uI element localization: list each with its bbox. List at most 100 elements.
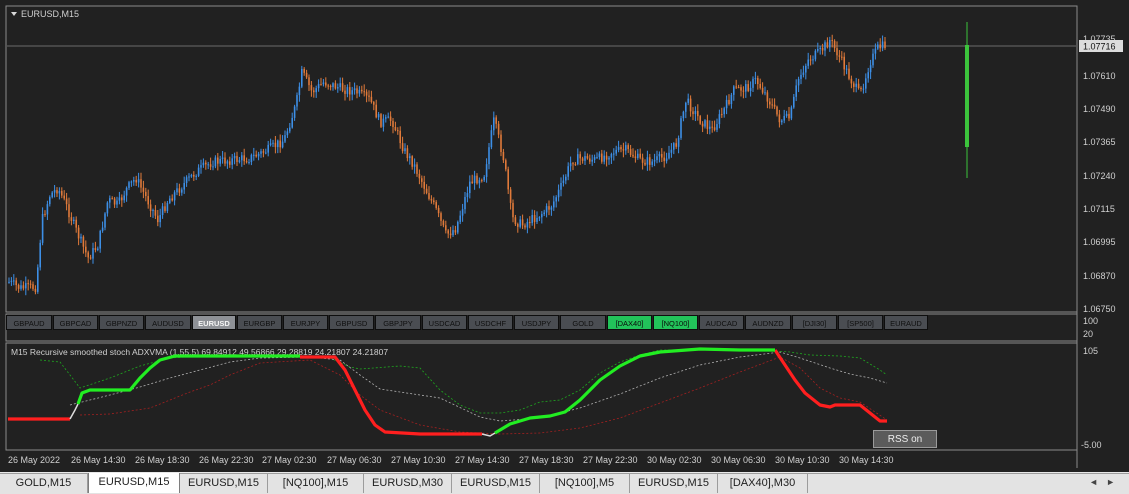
candle-body [615,149,617,154]
candle-body [421,178,423,182]
candle-body [589,158,591,162]
chart-canvas[interactable]: EURUSD,M15 1.07735 1.07610 1.07490 1.073… [0,0,1129,472]
time-tick: 30 May 02:30 [647,455,702,465]
candle-body [401,143,404,152]
chart-tab[interactable]: EURUSD,M15 [630,474,718,493]
symbol-button-gold[interactable]: GOLD [560,315,606,330]
candle-body [728,99,730,105]
symbol-button-audusd[interactable]: AUDUSD [145,315,191,330]
symbol-button-euraud[interactable]: EURAUD [884,315,928,330]
symbol-button-gbpnzd[interactable]: GBPNZD [99,315,144,330]
symbol-button-eurjpy[interactable]: EURJPY [283,315,328,330]
candle-body [315,88,317,93]
symbol-button-dji30[interactable]: [DJI30] [792,315,837,330]
triangle-down-icon[interactable] [11,12,17,16]
candle-body [608,157,610,160]
candle-body [776,106,778,115]
candle-body [833,40,836,49]
candle-body [118,197,121,201]
candle-body [334,83,337,89]
tab-scroll-right-icon[interactable]: ► [1106,477,1115,487]
time-tick: 27 May 18:30 [519,455,574,465]
symbol-button-audcad[interactable]: AUDCAD [699,315,744,330]
candle-body [857,83,860,88]
candle-body [855,83,857,87]
price-axis: 1.07735 1.07610 1.07490 1.07365 1.07240 … [1083,34,1116,314]
chart-tab[interactable]: [NQ100],M5 [540,474,630,493]
candle-body [51,192,53,198]
candle-body [862,88,865,90]
candle-body [197,167,200,176]
candle-body [116,200,118,205]
candle-body [493,117,495,131]
symbol-button-usdchf[interactable]: USDCHF [468,315,513,330]
candle-body [87,252,89,258]
candle-body [349,87,351,95]
price-tick: 1.07610 [1083,71,1116,81]
candle-body [766,92,769,102]
candle-body [193,174,195,177]
candle-body [574,164,577,166]
candle-body [229,161,231,165]
symbol-button-usdjpy[interactable]: USDJPY [514,315,559,330]
candle-body [745,84,747,92]
candle-body [428,193,430,199]
symbol-button-gbpaud[interactable]: GBPAUD [6,315,52,330]
candle-body [111,198,113,200]
symbol-button-dax40[interactable]: [DAX40] [607,315,652,330]
candle-body [217,157,219,164]
candle-body [761,87,764,93]
chart-tab[interactable]: [NQ100],M15 [268,474,364,493]
candle-body [161,206,164,216]
chart-tab[interactable]: EURUSD,M15 [180,474,268,493]
chart-tab[interactable]: GOLD,M15 [0,474,88,493]
candle-body [879,44,881,49]
symbol-button-gbpusd[interactable]: GBPUSD [329,315,374,330]
chart-tab[interactable]: EURUSD,M30 [364,474,452,493]
candle-body [303,68,305,73]
candle-body [560,182,562,190]
symbol-button-audnzd[interactable]: AUDNZD [745,315,791,330]
symbol-button-sp500[interactable]: [SP500] [838,315,883,330]
candle-body [793,96,795,108]
symbol-button-eurgbp[interactable]: EURGBP [237,315,282,330]
candle-body [685,102,687,112]
candle-body [313,90,315,93]
candle-body [550,207,553,210]
chart-tab[interactable]: [DAX40],M30 [718,474,808,493]
candle-body [689,98,692,112]
candle-body [56,190,58,194]
candle-body [377,114,380,118]
candle-body [884,41,886,49]
candle-body [545,206,548,213]
rss-toggle-button[interactable]: RSS on [873,430,937,448]
chart-tab[interactable]: EURUSD,M15 [452,474,540,493]
candle-body [133,180,135,182]
symbol-button-gbpcad[interactable]: GBPCAD [53,315,98,330]
tab-scroll-left-icon[interactable]: ◄ [1089,477,1098,487]
candle-body [353,88,356,91]
candle-body [505,160,507,170]
candle-body [173,192,176,201]
candle-body [613,153,615,155]
symbol-button-eurusd[interactable]: EURUSD [192,315,236,330]
candle-body [104,213,106,228]
candle-body [75,219,77,228]
candle-body [584,156,586,161]
candle-body [113,198,116,205]
candle-body [389,116,392,121]
chart-tab[interactable]: EURUSD,M15 [88,473,180,493]
candle-body [166,202,169,211]
candle-body [591,159,593,162]
candle-body [440,213,442,221]
symbol-button-usdcad[interactable]: USDCAD [422,315,467,330]
candle-body [838,55,841,57]
candle-body [490,130,493,148]
symbol-button-nq100[interactable]: [NQ100] [653,315,698,330]
candle-body [723,108,725,115]
candle-body [363,91,365,93]
candle-body [831,40,833,42]
symbol-button-gbpjpy[interactable]: GBPJPY [375,315,421,330]
candle-body [507,169,509,190]
candle-body [202,162,205,166]
